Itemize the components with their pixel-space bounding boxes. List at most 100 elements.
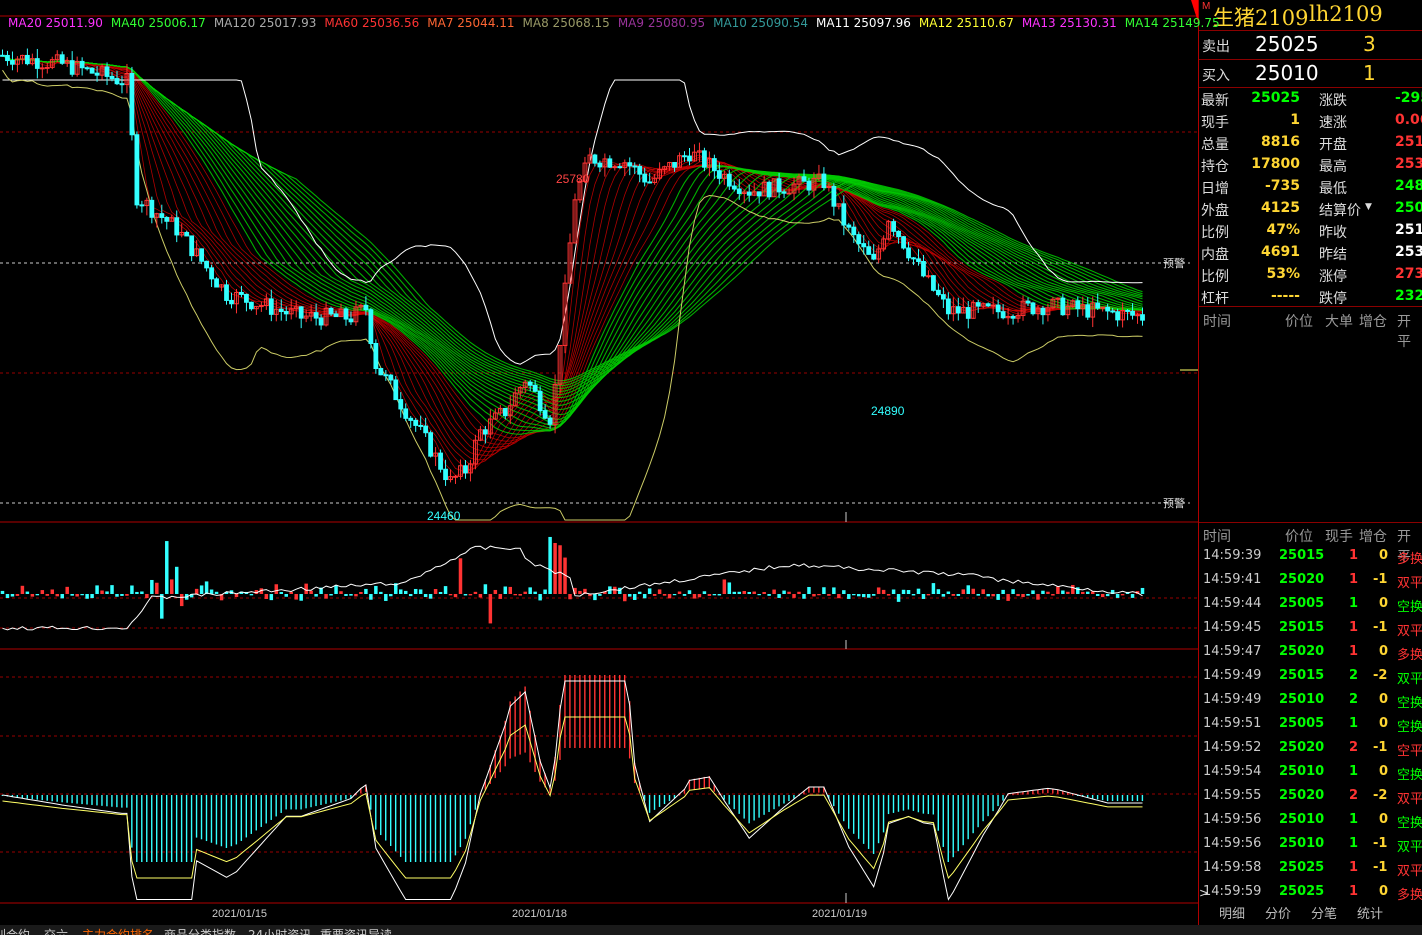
tick-row[interactable]: 14:59:49 25015 2 -2 双平 [1199,664,1422,688]
macd-bar [614,675,616,748]
macd-bar [464,795,467,839]
tick-row[interactable]: 14:59:41 25020 1 -1 双平 [1199,568,1422,592]
macd-bar [758,795,760,818]
ma-legend-item[interactable]: MA7 25044.11 [427,16,514,30]
tick-row[interactable]: 14:59:51 25005 1 0 空换 [1199,712,1422,736]
volume-bar [503,586,508,594]
ma-legend-item[interactable]: MA12 25110.67 [919,16,1014,30]
annotations: 257802446024890预警预警 [427,0,1198,523]
macd-bar [997,795,999,807]
macd-bar [380,795,382,836]
candle-body [1085,304,1091,318]
ma-legend-item[interactable]: MA9 25080.95 [618,16,705,30]
tick-volume: 1 [1349,572,1359,587]
ask-row[interactable]: 卖出 25025 3 [1199,30,1422,58]
macd-bar [76,795,78,804]
footer-link-5[interactable]: 重要资讯导读 [320,926,392,935]
volume-bar [896,594,901,602]
tick-row[interactable]: 14:59:58 25025 1 -1 双平 [1199,856,1422,880]
tick-row[interactable]: 14:59:56 25010 1 0 空换 [1199,808,1422,832]
tick-row[interactable]: 14:59:59 25025 1 0 多换 [1199,880,1422,904]
volume-bar [991,594,995,597]
volume-bar [528,587,532,594]
volume-bar [453,594,458,598]
quote-value: -735 [1264,178,1300,194]
macd-bar [340,795,342,801]
macd-bar [36,795,38,800]
footer-link-2[interactable]: 主力合约排名 [82,926,154,935]
ma-legend-item[interactable]: MA40 25006.17 [111,16,206,30]
macd-bar [838,795,840,814]
tick-row[interactable]: 14:59:55 25020 2 -2 双平 [1199,784,1422,808]
candle-body [348,318,354,323]
candle-body [916,258,921,262]
volume-bar [981,589,985,594]
ma-legend-item[interactable]: MA120 25017.93 [214,16,317,30]
ma-legend-item[interactable]: MA11 25097.96 [816,16,911,30]
tick-row[interactable]: 14:59:49 25010 2 0 空换 [1199,688,1422,712]
volume-bar [931,583,936,594]
volume-bar [90,594,94,599]
volume-bar [747,591,751,594]
macd-bar [992,795,994,812]
macd-bar [444,795,447,862]
macd-bar [793,795,795,799]
footer-link-3[interactable]: 商品分类指数 [164,926,236,935]
volume-bar [787,591,791,594]
tab-stats[interactable]: 统计 [1357,903,1383,922]
candle-body [851,226,857,236]
macd-bar [91,795,93,805]
volume-bar [289,591,293,594]
quote-label: 内盘 [1201,247,1229,263]
volume-bar [369,594,373,600]
tick-type: 双平 [1397,624,1422,639]
candle-body [224,284,229,301]
bid-row[interactable]: 买入 25010 1 [1199,59,1422,87]
instrument-title[interactable]: M 生猪2109 lh2109 [1199,0,1422,30]
macd-bar [584,675,586,748]
tick-row[interactable]: 14:59:56 25010 1 -1 双平 [1199,832,1422,856]
tick-price: 25015 [1279,548,1325,563]
ma-legend-item[interactable]: MA13 25130.31 [1022,16,1117,30]
macd-bar [474,795,477,810]
ma-legend-item[interactable]: MA8 25068.15 [523,16,610,30]
volume-bar [20,585,25,594]
kline-chart[interactable]: 257802446024890预警预警2021/01/15 2021/01/18 2… [0,0,1198,935]
volume-bar [876,587,881,594]
candle-body [0,54,5,57]
macd-bar [589,675,591,748]
tick-row[interactable]: 14:59:45 25015 1 -1 双平 [1199,616,1422,640]
macd-bar [225,795,228,848]
volume-bar [408,594,413,597]
candle-body [642,173,648,183]
volume-bar [423,594,428,598]
macd-bar [604,675,606,748]
candle-body [831,186,837,207]
volume-bar [478,594,483,598]
candle-body [268,298,274,315]
tick-row[interactable]: 14:59:52 25020 2 -1 空平 [1199,736,1422,760]
tick-row[interactable]: 14:59:54 25010 1 0 空换 [1199,760,1422,784]
volume-bar [623,594,627,602]
tick-row[interactable]: 14:59:47 25020 1 0 多换 [1199,640,1422,664]
tab-trades[interactable]: 分笔 [1311,903,1337,922]
footer-link-1[interactable]: 交六 [44,926,68,935]
macd-bar [116,795,118,808]
ma-legend-item[interactable]: MA10 25090.54 [713,16,808,30]
tab-price[interactable]: 分价 [1265,903,1291,922]
ma-legend-item[interactable]: MA14 25149.75 [1125,16,1220,30]
ma-legend-item[interactable]: MA60 25036.56 [324,16,419,30]
volume-bar [916,588,921,594]
macd-bar [215,795,218,845]
tab-detail[interactable]: 明细 [1219,903,1245,922]
tick-row[interactable]: 14:59:39 25015 1 0 多换 [1199,544,1422,568]
tick-row[interactable]: 14:59:44 25005 1 0 空换 [1199,592,1422,616]
tick-volume: 2 [1349,668,1359,683]
ma-legend-item[interactable]: MA20 25011.90 [8,16,103,30]
footer-link-0[interactable]: 别合约 [0,926,30,935]
footer-link-4[interactable]: 24小时资讯 [248,926,311,935]
alert-label: 预警 [1163,256,1185,270]
macd-bar [106,795,108,807]
candle-body [756,191,762,197]
dropdown-arrow-icon[interactable]: ▼ [1365,202,1372,212]
